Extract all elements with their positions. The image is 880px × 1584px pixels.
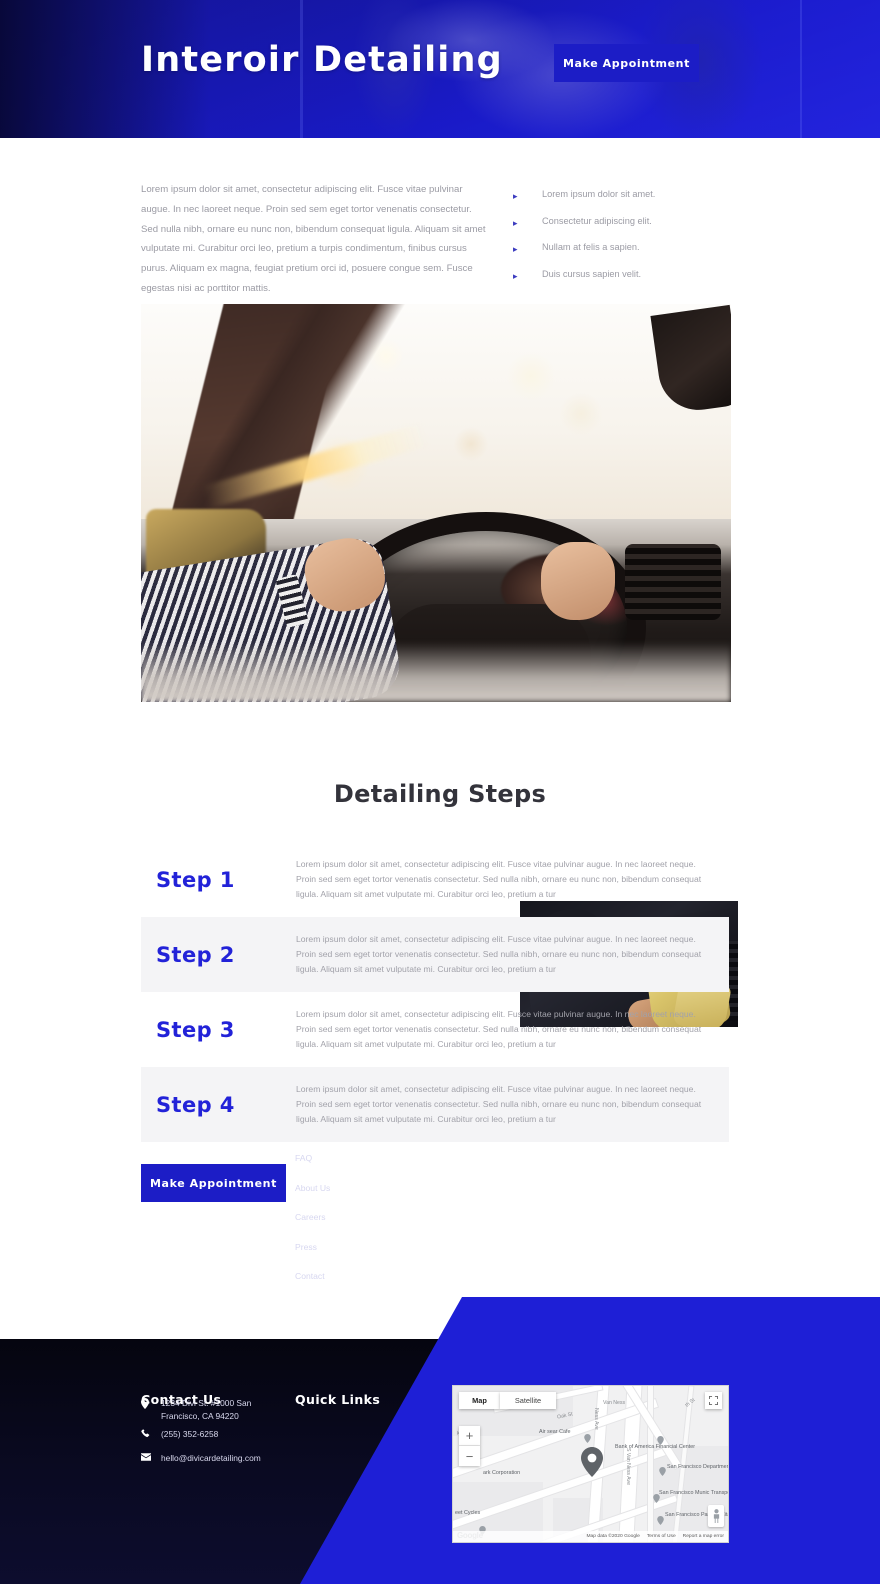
quick-link-faq[interactable]: FAQ [295,1153,312,1163]
list-item[interactable]: Contact [295,1266,330,1284]
intro-paragraph: Lorem ipsum dolor sit amet, consectetur … [141,184,486,294]
map-attrib-report[interactable]: Report a map error [683,1534,724,1539]
contact-phone[interactable]: (255) 352-6258 [141,1428,218,1441]
envelope-icon [141,1452,161,1461]
list-item-label: Consectetur adipiscing elit. [542,215,652,226]
step-row: Step 2 Lorem ipsum dolor sit amet, conse… [141,917,729,992]
map-zoom-out-button[interactable]: − [459,1446,480,1466]
map-attrib-data: Map data ©2020 Google [586,1534,640,1539]
step-description: Lorem ipsum dolor sit amet, consectetur … [296,933,702,975]
make-appointment-button-hero[interactable]: Make Appointment [554,44,699,82]
section-title: Detailing Steps [333,780,547,808]
step-label: Step 1 [156,867,235,892]
list-item: ▸ Duis cursus sapien velit. [513,268,748,281]
main-photo [141,304,731,702]
detailing-steps-section: Detailing Steps Step 1 Lorem ipsum dolor… [0,736,880,1202]
quick-link-contact[interactable]: Contact [295,1271,325,1281]
quick-link-careers[interactable]: Careers [295,1212,326,1222]
pegman-icon[interactable] [708,1505,724,1527]
media-section [0,304,880,1027]
step-description: Lorem ipsum dolor sit amet, consectetur … [296,1008,702,1050]
step-row: Step 3 Lorem ipsum dolor sit amet, conse… [141,992,729,1067]
street-label: Ness Ave [593,1408,599,1430]
street-label: S Van Ness Ave [625,1448,631,1486]
location-map[interactable]: Oak St Van Ness Ness Ave S Van Ness Ave … [452,1385,729,1543]
contact-email[interactable]: hello@divicardetailing.com [141,1452,261,1465]
address-text: 1234 Divi St. #1000 San Francisco, CA 94… [161,1398,252,1421]
map-poi-label: San Francisco Munic Transportation Agen [659,1490,729,1496]
phone-icon [141,1428,161,1438]
step-row: Step 4 Lorem ipsum dolor sit amet, conse… [141,1067,729,1142]
map-poi-label: Bank of America Financial Center [615,1444,695,1450]
map-type-map-button[interactable]: Map [459,1392,500,1409]
photo-right-hand [541,542,615,620]
list-item-label: Lorem ipsum dolor sit amet. [542,189,656,199]
map-poi-label: San Francisco Department of Huma [667,1464,729,1470]
step-row: Step 1 Lorem ipsum dolor sit amet, conse… [141,842,729,917]
map-zoom-in-button[interactable]: + [459,1426,480,1446]
photo-bottom-blur [141,642,731,702]
list-item[interactable]: FAQ [295,1148,330,1166]
list-item-label: Duis cursus sapien velit. [542,268,642,279]
quick-links-heading: Quick Links [295,1392,381,1407]
hero-header: Interoir Detailing Make Appointment [0,0,880,138]
location-marker-icon [581,1447,603,1477]
email-text: hello@divicardetailing.com [161,1453,261,1463]
bullet-arrow-icon: ▸ [513,191,518,201]
intro-section: Lorem ipsum dolor sit amet, consectetur … [0,138,880,300]
step-description: Lorem ipsum dolor sit amet, consectetur … [296,858,702,900]
site-footer: Contact Us Quick Links [0,1283,880,1584]
map-attrib-terms[interactable]: Terms of Use [647,1534,676,1539]
list-item: ▸ Nullam at felis a sapien. [513,242,748,254]
quick-link-press[interactable]: Press [295,1242,317,1252]
quick-link-about-us[interactable]: About Us [295,1183,330,1193]
map-poi-label: Air sear Cafe [539,1429,571,1435]
street-label: Van Ness [603,1400,626,1406]
contact-address: 1234 Divi St. #1000 San Francisco, CA 94… [141,1397,276,1423]
photo-air-vent [625,544,721,620]
list-item[interactable]: About Us [295,1178,330,1196]
list-item: ▸ Lorem ipsum dolor sit amet. [513,189,748,201]
poi-marker-icon [653,1490,660,1503]
map-pin-icon [141,1397,161,1409]
poi-marker-icon [479,1522,486,1535]
bullet-arrow-icon: ▸ [513,270,518,281]
map-type-satellite-button[interactable]: Satellite [500,1392,556,1409]
list-item-label: Nullam at felis a sapien. [542,242,640,252]
poi-marker-icon [659,1463,666,1476]
page-title: Interoir Detailing [141,40,503,80]
list-item: ▸ Consectetur adipiscing elit. [513,215,748,228]
step-label: Step 3 [156,1017,235,1042]
step-label: Step 2 [156,942,235,967]
poi-marker-icon [657,1432,664,1445]
quick-links-list: FAQ About Us Careers Press Contact [295,1148,330,1296]
poi-marker-icon [584,1430,591,1443]
map-fullscreen-button[interactable] [705,1392,722,1409]
step-description: Lorem ipsum dolor sit amet, consectetur … [296,1083,702,1125]
phone-text: (255) 352-6258 [161,1429,219,1439]
map-poi-label: ark Corporation [483,1470,521,1476]
step-label: Step 4 [156,1092,235,1117]
map-canvas[interactable]: Oak St Van Ness Ness Ave S Van Ness Ave … [453,1386,728,1542]
bullet-arrow-icon: ▸ [513,244,518,254]
map-poi-label: eet Cycles [455,1510,481,1516]
make-appointment-button-steps[interactable]: Make Appointment [141,1164,286,1202]
poi-marker-icon [657,1512,664,1525]
bullet-arrow-icon: ▸ [513,217,518,228]
map-road [648,1386,653,1542]
list-item[interactable]: Press [295,1237,330,1255]
list-item[interactable]: Careers [295,1207,330,1225]
intro-bullet-list: ▸ Lorem ipsum dolor sit amet. ▸ Consecte… [513,189,748,295]
map-attribution: Map data ©2020 Google Terms of Use Repor… [453,1531,728,1542]
